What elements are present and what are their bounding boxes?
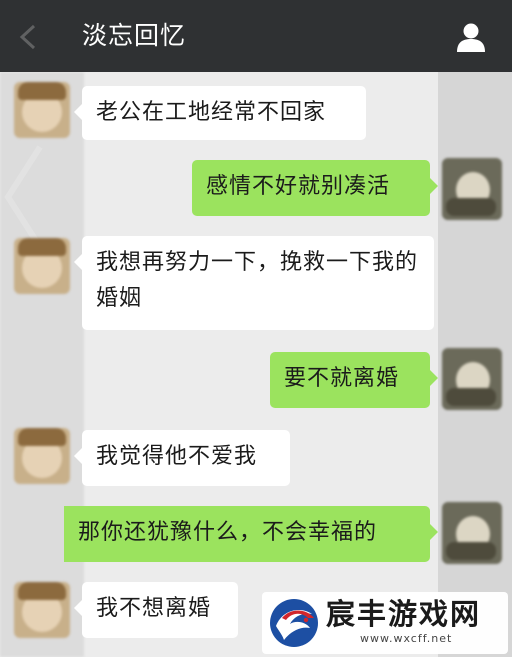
message-bubble-incoming[interactable]: 老公在工地经常不回家	[74, 86, 366, 140]
message-bubble-outgoing[interactable]: 感情不好就别凑活	[192, 160, 438, 216]
watermark-site-name: 宸丰游戏网	[326, 597, 482, 631]
back-arrow-icon[interactable]	[14, 22, 44, 52]
my-avatar[interactable]	[442, 348, 502, 410]
message-bubble-incoming[interactable]: 我不想离婚	[74, 582, 238, 638]
dragon-logo	[270, 599, 318, 647]
my-avatar[interactable]	[442, 502, 502, 564]
chat-header: 淡忘回忆	[0, 0, 512, 72]
message-bubble-outgoing[interactable]: 那你还犹豫什么，不会幸福的	[64, 506, 438, 562]
chat-title: 淡忘回忆	[82, 21, 187, 50]
message-list[interactable]: 老公在工地经常不回家 感情不好就别凑活 我想再努力一下，挽救一下我的婚姻 要不就…	[0, 72, 512, 657]
message-bubble-outgoing[interactable]: 要不就离婚	[270, 352, 438, 408]
sender-avatar[interactable]	[14, 82, 70, 138]
user-profile-icon[interactable]	[454, 20, 488, 54]
sender-avatar[interactable]	[14, 238, 70, 294]
sender-avatar[interactable]	[14, 582, 70, 638]
message-bubble-incoming[interactable]: 我想再努力一下，挽救一下我的婚姻	[74, 236, 434, 330]
sender-avatar[interactable]	[14, 428, 70, 484]
site-watermark: 宸丰游戏网 www.wxcff.net	[262, 592, 508, 654]
my-avatar[interactable]	[442, 158, 502, 220]
chevron-left-icon	[4, 145, 43, 249]
watermark-url: www.wxcff.net	[360, 632, 453, 645]
chat-screen: 淡忘回忆 老公在工地经常不回家 感情不好就别凑活 我想再努力一下，挽救一下我的婚…	[0, 0, 512, 657]
message-bubble-incoming[interactable]: 我觉得他不爱我	[74, 430, 290, 486]
